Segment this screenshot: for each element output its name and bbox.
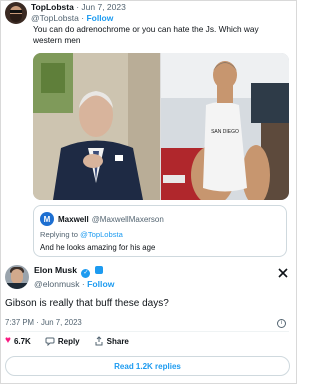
share-label: Share [106,336,129,346]
read-replies-button[interactable]: Read 1.2K replies [5,356,290,376]
quoted-tweet[interactable]: M Maxwell @MaxwellMaxerson Replying to @… [33,205,287,257]
photo-man-in-suit[interactable] [33,53,160,200]
replying-handle-link[interactable]: @TopLobsta [80,230,123,239]
quoted-handle[interactable]: @MaxwellMaxerson [92,215,164,224]
tweet2-follow-button[interactable]: Follow [87,279,114,289]
like-count: 6.7K [13,336,31,346]
heart-icon: ♥ [5,335,11,346]
reply-icon [45,337,55,346]
maxwell-avatar[interactable]: M [40,212,54,226]
tweet2-timestamp[interactable]: 7:37 PM · Jun 7, 2023 [5,318,82,327]
divider [5,331,289,332]
tweet1-text: You can do adrenochrome or you can hate … [33,24,259,45]
photo-man-in-tank-top[interactable]: SAN DIEGO [161,53,289,200]
share-button[interactable]: Share [94,336,129,346]
share-icon [95,336,103,346]
svg-text:SAN DIEGO: SAN DIEGO [211,129,239,135]
reply-button[interactable]: Reply [45,336,80,346]
tweet2-action-bar: ♥ 6.7K Reply Share [5,336,143,346]
quoted-text: And he looks amazing for his age [40,243,156,252]
tweet2-display-name[interactable]: Elon Musk [34,265,77,275]
toplobsta-avatar[interactable] [5,2,27,24]
tweet2-time[interactable]: 7:37 PM [5,318,34,327]
tweet2-header: Elon Musk ✓ @elonmusk · Follow [5,264,114,290]
tweet2-text: Gibson is really that buff these days? [5,298,169,309]
reply-label: Reply [57,336,80,346]
quoted-display-name[interactable]: Maxwell [58,215,89,224]
tweet1-media[interactable]: SAN DIEGO [33,53,289,200]
tweet2-handle[interactable]: @elonmusk [34,279,80,289]
tweet1-follow-button[interactable]: Follow [86,13,113,23]
affiliate-badge-icon [94,266,103,274]
replying-prefix: Replying to [40,230,78,239]
info-icon[interactable]: i [277,319,286,328]
tweet1-handle[interactable]: @TopLobsta [31,13,79,23]
tweet1-display-name[interactable]: TopLobsta [31,2,74,12]
x-logo-icon[interactable] [278,268,288,278]
tweet1-date[interactable]: Jun 7, 2023 [81,2,125,12]
like-button[interactable]: ♥ 6.7K [5,336,31,346]
elon-musk-avatar[interactable] [5,265,29,289]
replying-to-line: Replying to @TopLobsta [40,230,123,239]
meta-separator: · [76,2,80,12]
tweet1-header: TopLobsta · Jun 7, 2023 @TopLobsta · Fol… [5,2,126,24]
verified-badge-icon: ✓ [81,269,91,278]
tweet2-date[interactable]: Jun 7, 2023 [41,318,82,327]
